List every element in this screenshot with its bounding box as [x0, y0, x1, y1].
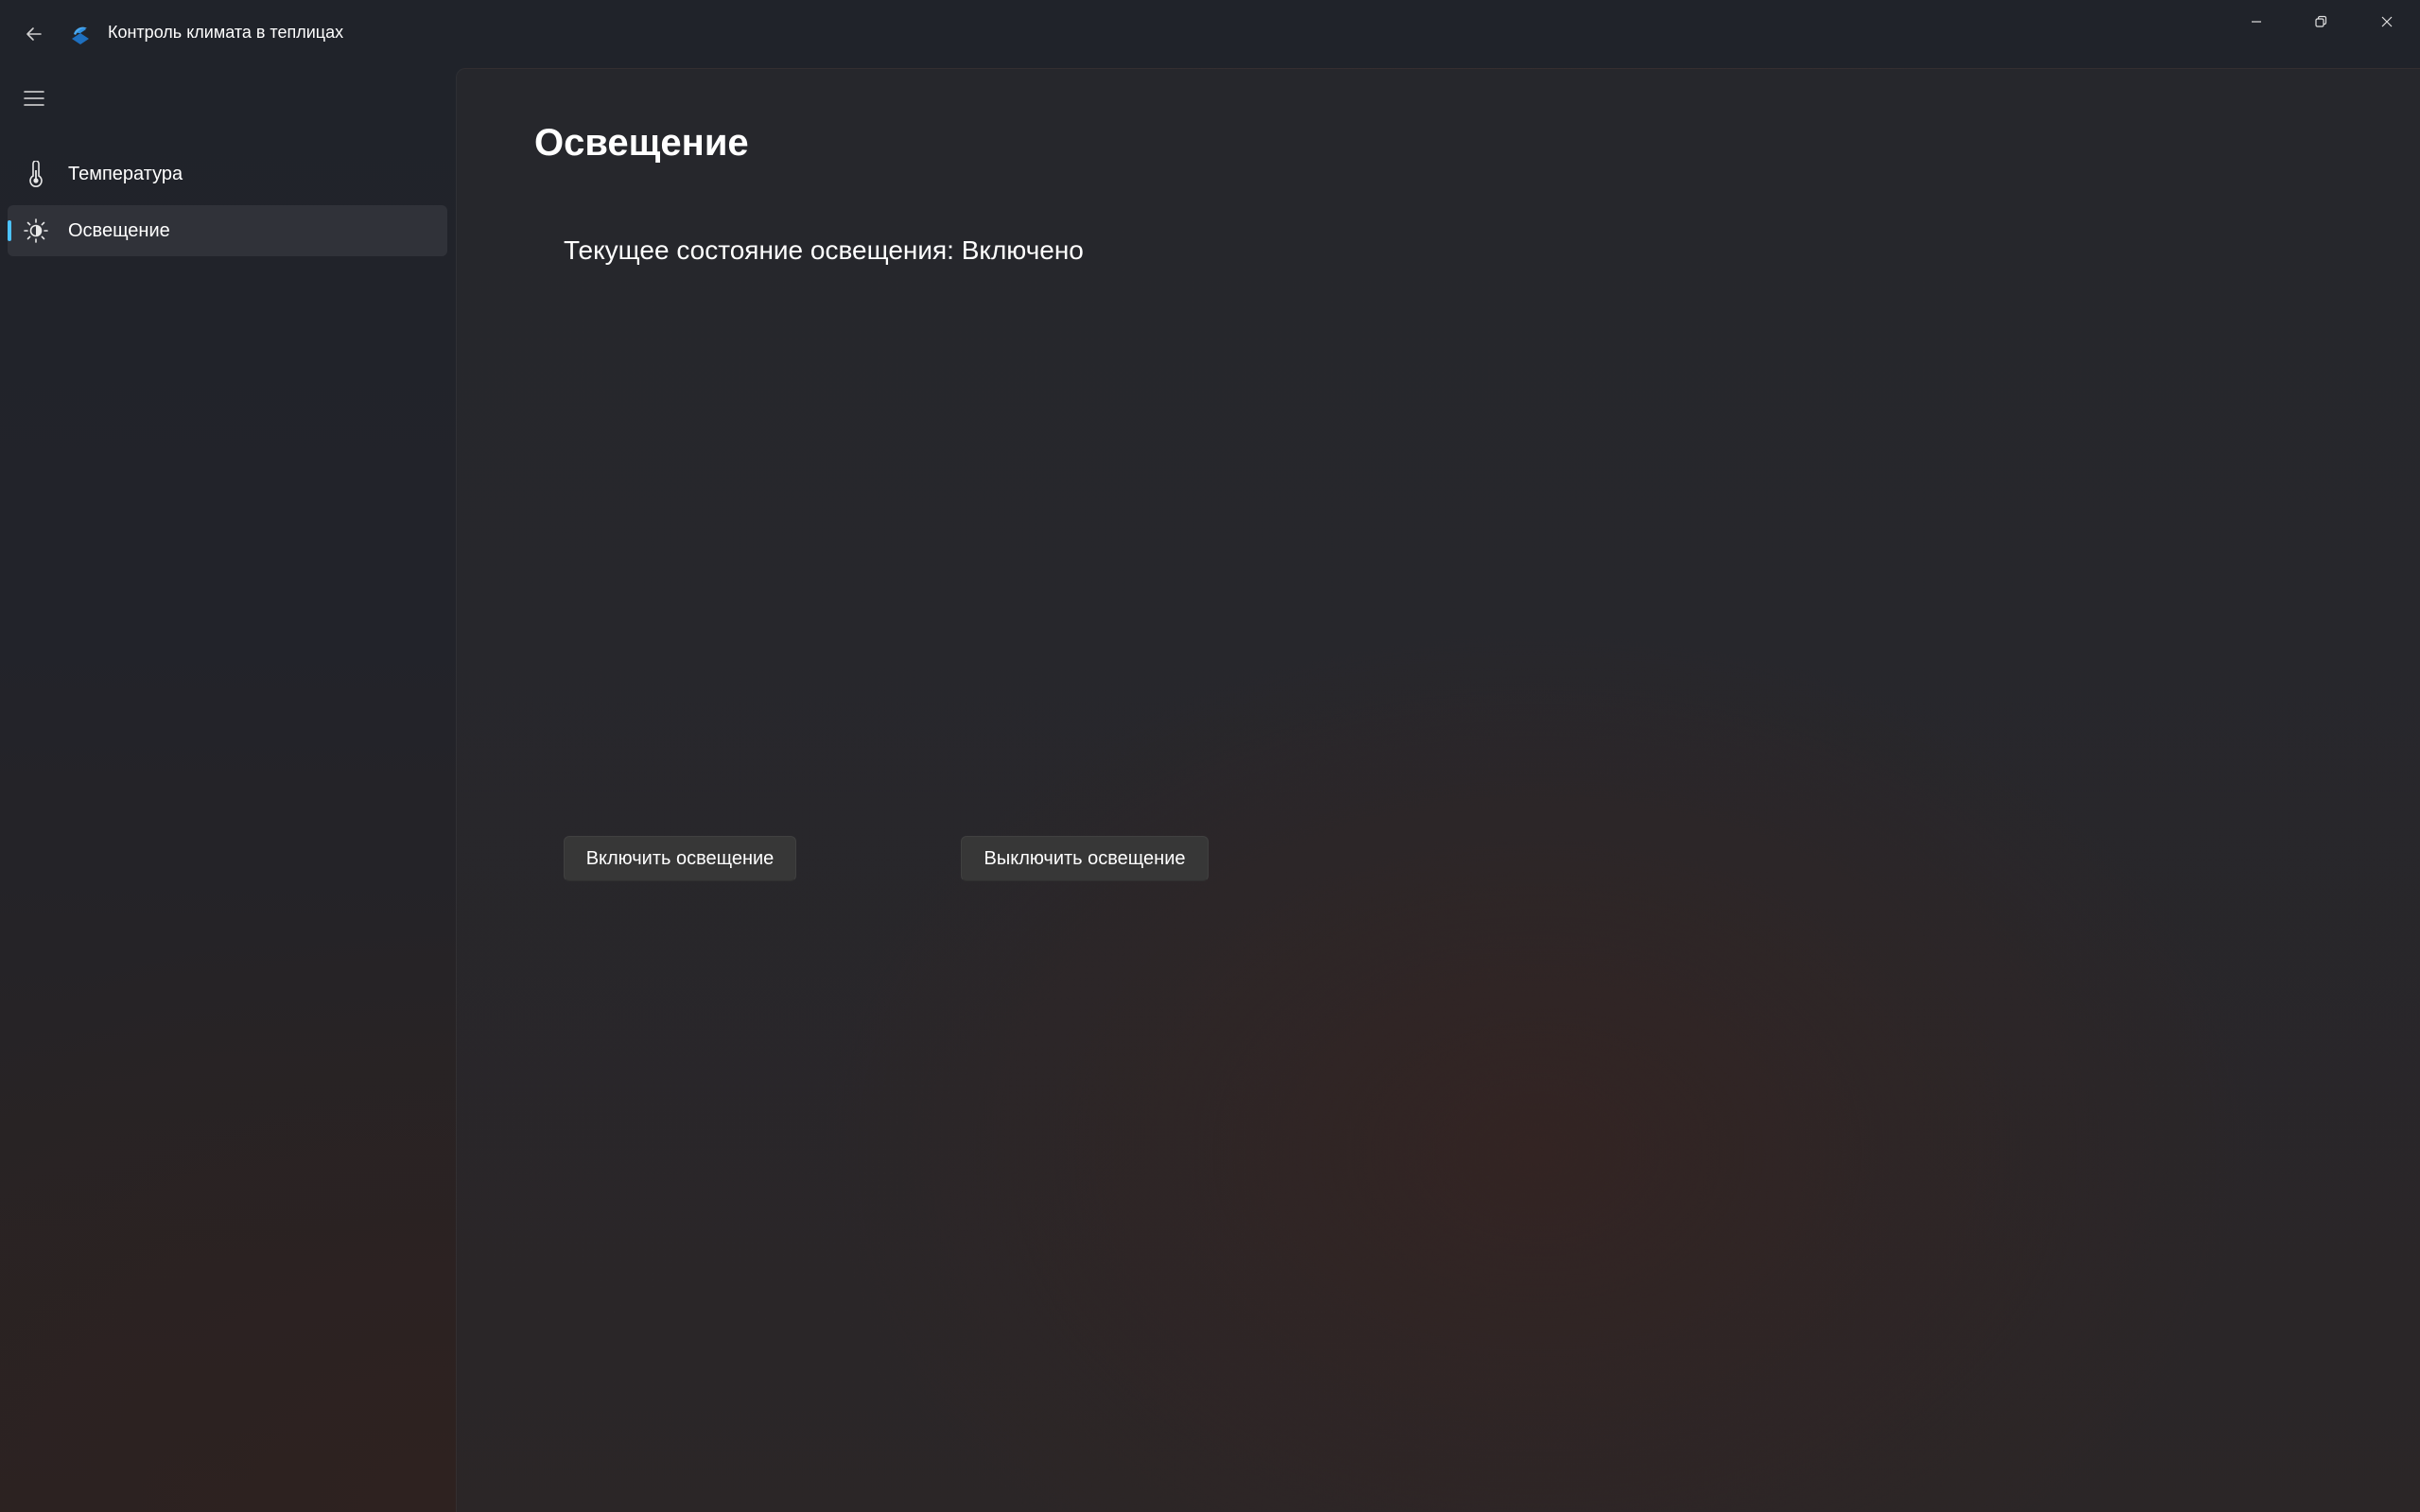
sidebar-item-label: Температура [68, 164, 183, 184]
turn-on-lighting-button[interactable]: Включить освещение [564, 836, 796, 881]
thermometer-icon [23, 161, 49, 187]
selection-indicator [8, 220, 11, 241]
back-button[interactable] [17, 17, 51, 51]
turn-off-lighting-button[interactable]: Выключить освещение [961, 836, 1209, 881]
close-icon [2381, 16, 2393, 27]
app-title: Контроль климата в теплицах [108, 23, 344, 42]
title-bar: Контроль климата в теплицах [0, 0, 2420, 68]
hamburger-menu-icon [24, 91, 44, 106]
sidebar-item-label: Освещение [68, 220, 170, 241]
content-frame: Освещение Текущее состояние освещения: В… [456, 68, 2420, 1512]
lighting-status-text: Текущее состояние освещения: Включено [564, 235, 1084, 265]
close-button[interactable] [2355, 0, 2419, 43]
minimize-button[interactable] [2224, 0, 2289, 43]
restore-button[interactable] [2289, 0, 2353, 43]
restore-icon [2315, 15, 2327, 27]
app-logo-icon [72, 26, 89, 44]
sidebar-item-temperature[interactable]: Температура [8, 148, 447, 200]
navigation-pane: Температура Освещение [0, 68, 454, 1512]
brightness-icon [23, 217, 49, 244]
sidebar-item-lighting[interactable]: Освещение [8, 205, 447, 256]
back-arrow-icon [26, 27, 42, 41]
page-title: Освещение [534, 122, 749, 164]
menu-toggle-button[interactable] [13, 78, 55, 119]
app-window: Контроль климата в теплицах Температура … [0, 0, 2420, 1512]
minimize-icon [2252, 21, 2261, 23]
